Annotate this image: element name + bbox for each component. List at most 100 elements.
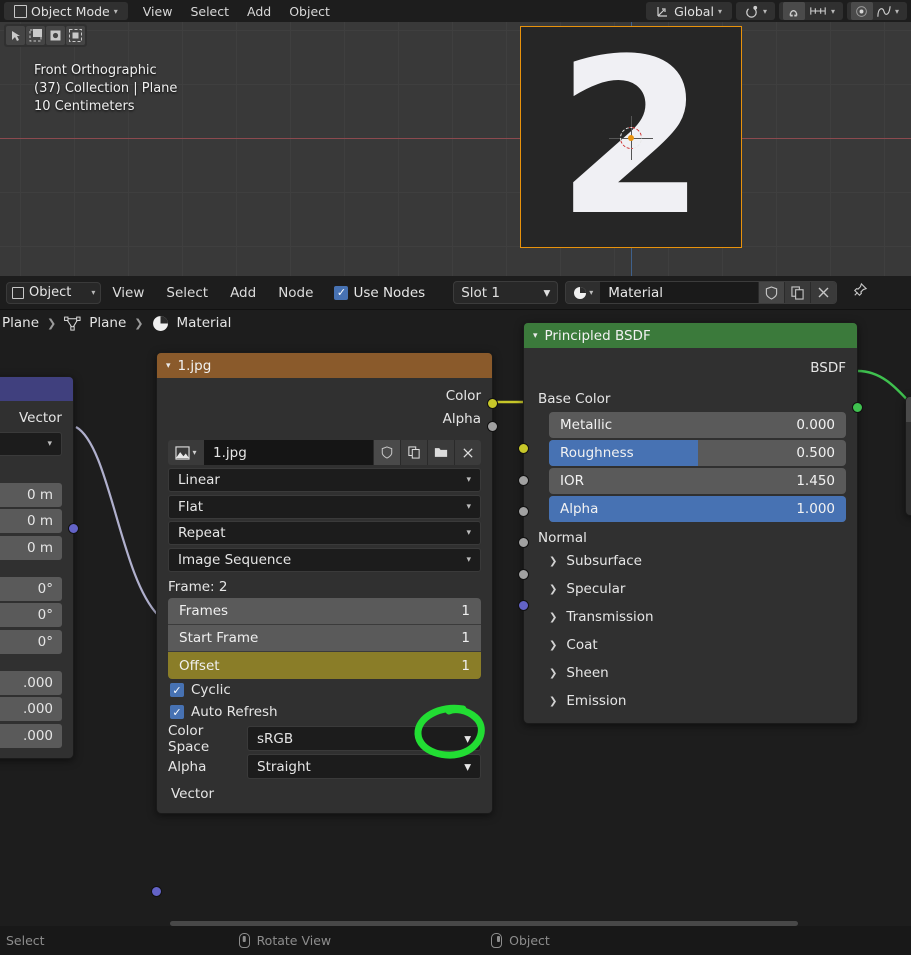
base-color-input-socket[interactable]	[518, 443, 529, 454]
breadcrumb-item-material[interactable]: Material	[177, 315, 232, 331]
image-texture-node-header[interactable]: ▾ 1.jpg	[157, 353, 492, 378]
offset-field[interactable]: Offset 1	[168, 652, 481, 679]
duplicate-material-button[interactable]	[784, 282, 811, 303]
node-menu-add[interactable]: Add	[219, 285, 267, 301]
metallic-input-socket[interactable]	[518, 475, 529, 486]
menu-view[interactable]: View	[134, 4, 182, 19]
select-box-tool[interactable]	[26, 26, 45, 45]
3d-viewport[interactable]: 2 Front Orthographic (37) Collection | P…	[0, 0, 911, 276]
mapping-node-header[interactable]	[0, 377, 73, 401]
source-select[interactable]: Image Sequence ▾	[168, 547, 481, 572]
shader-type-selector[interactable]: Object ▾	[6, 281, 102, 304]
material-datablock[interactable]: ▾ Material	[565, 281, 838, 304]
node-menu-select[interactable]: Select	[155, 285, 219, 301]
roughness-slider[interactable]: Roughness 0.500	[549, 440, 846, 466]
pivot-point-selector[interactable]: ▾	[735, 2, 775, 20]
color-space-select[interactable]: sRGB ▾	[247, 726, 481, 751]
snapping-group[interactable]: ▾	[778, 2, 843, 20]
auto-refresh-checkbox[interactable]: ✓ Auto Refresh	[157, 701, 492, 723]
principled-bsdf-node-header[interactable]: ▾ Principled BSDF	[524, 323, 857, 348]
rotation-x-field[interactable]: 0°	[0, 576, 62, 601]
ior-input-socket[interactable]	[518, 537, 529, 548]
panel-sheen[interactable]: ❯ Sheen	[524, 659, 857, 687]
alpha-slider[interactable]: Alpha 1.000	[549, 496, 846, 522]
menu-object[interactable]: Object	[280, 4, 339, 19]
panel-subsurface[interactable]: ❯ Subsurface	[524, 547, 857, 575]
start-frame-field[interactable]: Start Frame 1	[168, 625, 481, 652]
mapping-node[interactable]: Vector ▾ 0 m 0 m 0 m 0° 0° 0° .000 .000 …	[0, 376, 79, 759]
location-x-field[interactable]: 0 m	[0, 482, 62, 507]
chevron-right-icon: ❯	[549, 555, 558, 567]
location-z-field[interactable]: 0 m	[0, 535, 62, 560]
material-browse-button[interactable]: ▾	[566, 282, 601, 303]
scale-x-field[interactable]: .000	[0, 670, 62, 695]
principled-bsdf-node[interactable]: ▾ Principled BSDF BSDF Base Color Metall…	[518, 322, 863, 724]
metallic-slider[interactable]: Metallic 0.000	[549, 412, 846, 438]
node-menu-node[interactable]: Node	[267, 285, 324, 301]
mapping-vector-output-socket[interactable]	[68, 523, 79, 534]
fake-user-button[interactable]	[758, 282, 785, 303]
breadcrumb-item-mesh[interactable]: Plane	[89, 315, 126, 331]
normal-input-row[interactable]: Normal	[524, 524, 857, 547]
alpha-output-socket[interactable]	[487, 421, 498, 432]
pin-button[interactable]	[851, 282, 868, 303]
proportional-editing-icon[interactable]	[855, 5, 868, 18]
ior-slider[interactable]: IOR 1.450	[549, 468, 846, 494]
image-browse-button[interactable]: ▾	[168, 440, 204, 465]
breadcrumb-item-object[interactable]: Plane	[2, 315, 39, 331]
scale-z-value: .000	[22, 727, 53, 744]
panel-coat[interactable]: ❯ Coat	[524, 631, 857, 659]
extension-select[interactable]: Repeat ▾	[168, 521, 481, 545]
panel-emission[interactable]: ❯ Emission	[524, 687, 857, 715]
mouse-middle-icon	[238, 933, 250, 948]
interpolation-select[interactable]: Linear ▾	[168, 468, 481, 492]
projection-select[interactable]: Flat ▾	[168, 494, 481, 519]
base-color-input-row[interactable]: Base Color	[524, 387, 857, 410]
use-nodes-checkbox[interactable]: ✓ Use Nodes	[334, 285, 425, 301]
select-lasso-tool[interactable]	[66, 26, 85, 45]
collapse-chevron-icon[interactable]: ▾	[166, 361, 171, 371]
roughness-input-socket[interactable]	[518, 506, 529, 517]
proportional-editing-group[interactable]: ▾	[846, 2, 907, 20]
alpha-mode-select[interactable]: Straight ▾	[247, 754, 481, 779]
panel-specular[interactable]: ❯ Specular	[524, 575, 857, 603]
panel-transmission[interactable]: ❯ Transmission	[524, 603, 857, 631]
unlink-material-button[interactable]	[810, 282, 837, 303]
scale-y-field[interactable]: .000	[0, 697, 62, 721]
select-circle-tool[interactable]	[46, 26, 65, 45]
image-duplicate-button[interactable]	[400, 440, 427, 465]
rotation-y-field[interactable]: 0°	[0, 603, 62, 627]
image-name-field[interactable]: 1.jpg	[204, 440, 373, 465]
material-output-node-clipped[interactable]	[905, 396, 911, 516]
shader-node-editor[interactable]: Object ▾ View Select Add Node ✓ Use Node…	[0, 276, 911, 926]
node-menu-view[interactable]: View	[101, 285, 155, 301]
image-fake-user-button[interactable]	[373, 440, 400, 465]
node-editor-header: Object ▾ View Select Add Node ✓ Use Node…	[0, 276, 911, 310]
menu-select[interactable]: Select	[181, 4, 238, 19]
image-texture-node[interactable]: ▾ 1.jpg Color Alpha ▾ 1.jpg Linear ▾ Fla…	[151, 352, 498, 897]
rotation-z-field[interactable]: 0°	[0, 629, 62, 654]
material-slot-selector[interactable]: Slot 1 ▾	[453, 281, 559, 304]
tweak-tool[interactable]	[6, 26, 25, 45]
bsdf-output-socket[interactable]	[852, 402, 863, 413]
viewport-toolbar[interactable]	[4, 24, 87, 47]
location-y-field[interactable]: 0 m	[0, 509, 62, 533]
mode-selector[interactable]: Object Mode ▾	[4, 2, 128, 20]
transform-orientation-selector[interactable]: Global ▾	[646, 2, 732, 20]
mapping-type-select[interactable]: ▾	[0, 431, 62, 456]
cyclic-checkbox[interactable]: ✓ Cyclic	[157, 679, 492, 701]
normal-input-socket[interactable]	[518, 600, 529, 611]
image-datablock-row[interactable]: ▾ 1.jpg	[168, 440, 481, 465]
image-unlink-button[interactable]	[454, 440, 481, 465]
scale-z-field[interactable]: .000	[0, 723, 62, 748]
snap-magnet-icon[interactable]	[787, 5, 800, 18]
vector-input-socket[interactable]	[151, 886, 162, 897]
menu-add[interactable]: Add	[238, 4, 280, 19]
image-open-button[interactable]	[427, 440, 454, 465]
color-output-socket[interactable]	[487, 398, 498, 409]
collapse-chevron-icon[interactable]: ▾	[533, 331, 538, 341]
alpha-input-socket[interactable]	[518, 569, 529, 580]
frames-field[interactable]: Frames 1	[168, 598, 481, 625]
material-output-node-header[interactable]	[906, 397, 911, 422]
material-name-field[interactable]: Material	[600, 282, 759, 303]
